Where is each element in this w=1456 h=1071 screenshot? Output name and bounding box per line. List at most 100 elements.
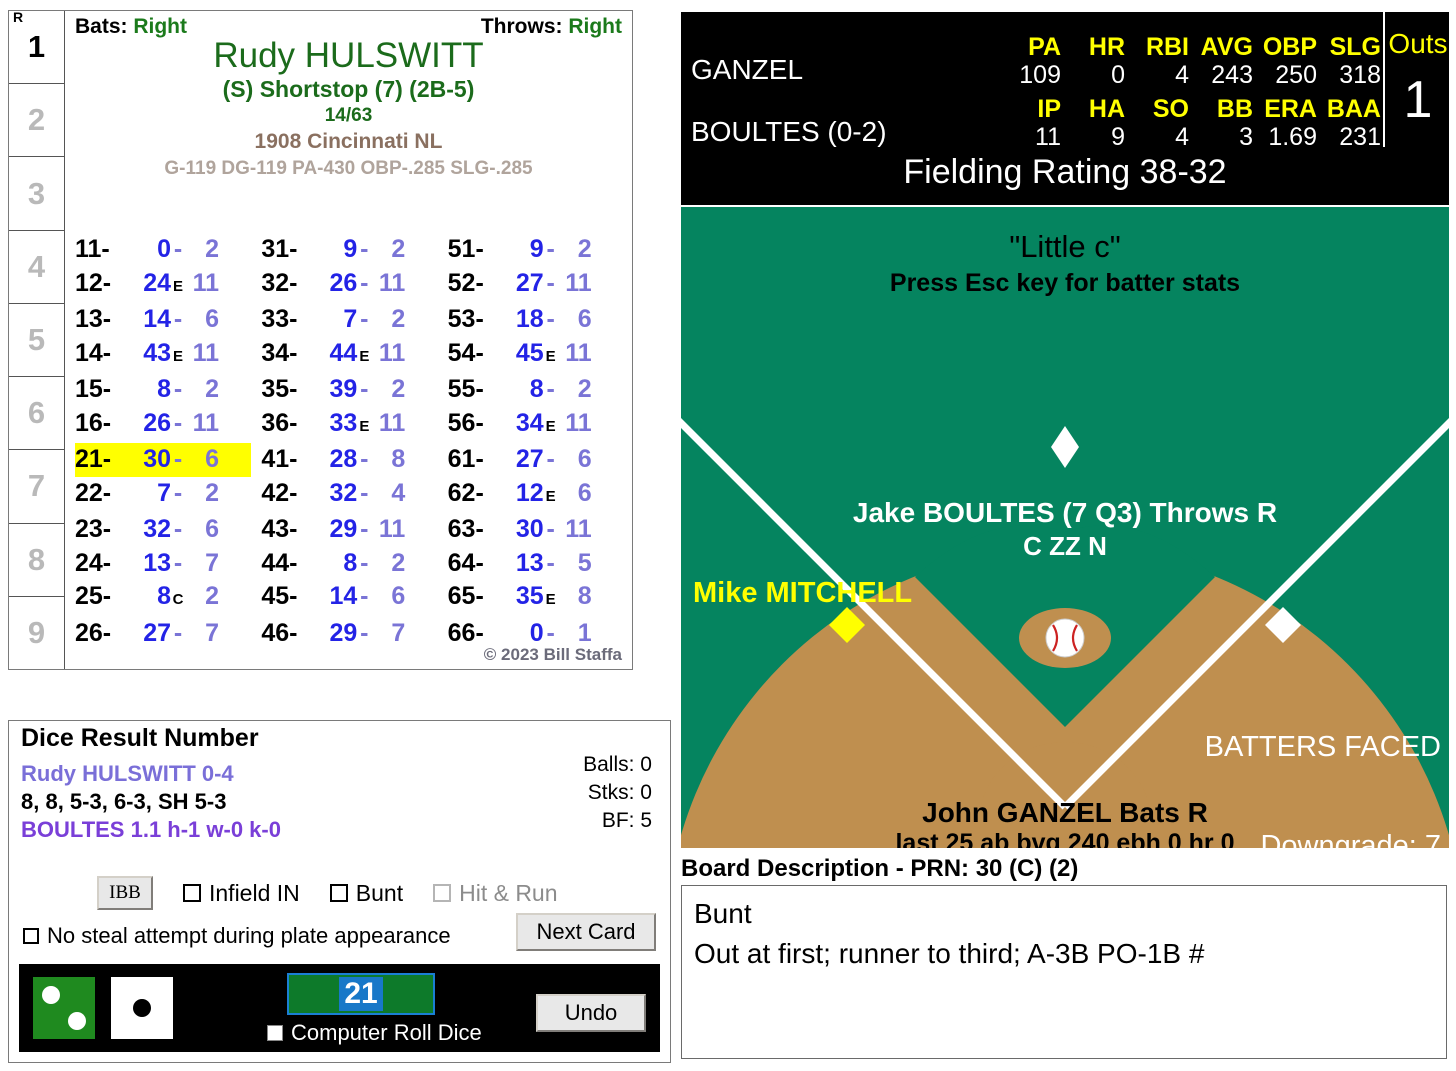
dice-roll-key: 42-: [261, 478, 298, 507]
play-options-row: IBB Infield IN Bunt Hit & Run: [9, 876, 670, 910]
inning-cell-2[interactable]: 2: [9, 84, 64, 158]
dice-roll-primary: 39: [329, 375, 358, 403]
inning-cell-7[interactable]: 7: [9, 450, 64, 524]
batter-stat-header: HR: [1088, 33, 1125, 61]
dice-roll-flag: -: [546, 515, 555, 543]
dice-roll-flag: -: [173, 375, 183, 403]
no-steal-checkbox[interactable]: No steal attempt during plate appearance: [23, 923, 451, 949]
pitcher-stat-headers: IP HA SO BB ERA BAA: [1001, 96, 1385, 122]
outs-label: Outs: [1388, 28, 1448, 59]
dice-roll-key: 16-: [75, 408, 112, 437]
player-card: R 1 2 3 4 5 6 7 8 9 Bats: Right Throws: …: [8, 9, 633, 670]
dice-roll-primary: 33: [329, 408, 358, 437]
dice-roll-secondary: 8: [391, 445, 406, 473]
dice-roll-key: 36-: [261, 408, 298, 437]
card-body: Bats: Right Throws: Right Rudy HULSWITT …: [65, 11, 632, 669]
dice-result-row: 62- 12 E 6: [448, 477, 624, 514]
checkbox-icon[interactable]: [329, 884, 348, 902]
batter-stat-header: OBP: [1262, 33, 1317, 61]
roll-result-field[interactable]: 21: [287, 973, 435, 1015]
inning-cell-1[interactable]: R 1: [9, 9, 64, 85]
dice-roll-secondary: 2: [391, 375, 406, 403]
dice-roll-key: 55-: [447, 375, 484, 403]
board-description-box: Bunt Out at first; runner to third; A-3B…: [681, 885, 1447, 1059]
dice-roll-secondary: 6: [577, 445, 592, 473]
dice-result-row: 24- 13-7: [75, 547, 251, 581]
dice-roll-key: 44-: [261, 548, 298, 577]
infield-in-checkbox[interactable]: Infield IN: [183, 880, 300, 907]
bats-group: Bats: Right: [75, 15, 187, 39]
infield-in-label: Infield IN: [209, 879, 300, 906]
dice-roll-secondary: 11: [378, 268, 406, 297]
dice-roll-key: 56-: [447, 408, 484, 437]
dice-roll-primary: 14: [329, 582, 358, 610]
dice-roll-flag: E: [359, 417, 370, 435]
inning-cell-9[interactable]: 9: [9, 597, 64, 669]
runner-on-third-label[interactable]: Mike MITCHELL: [693, 577, 912, 610]
right-column: GANZEL BOULTES (0-2) PA HR RBI AVG OBP SLG 10…: [681, 12, 1449, 1062]
scoreboard-pitcher-name: BOULTES (0-2): [691, 116, 887, 147]
computer-roll-label: Computer Roll Dice: [291, 1020, 482, 1045]
inning-cell-3[interactable]: 3: [9, 157, 64, 231]
hit-and-run-checkbox: Hit & Run: [433, 880, 558, 907]
inning-cell-5[interactable]: 5: [9, 304, 64, 378]
dice-roll-flag: E: [545, 487, 556, 505]
dice-roll-secondary: 11: [378, 408, 406, 437]
dice-roll-key: 43-: [261, 515, 298, 543]
inning-cell-6[interactable]: 6: [9, 377, 64, 451]
press-esc-hint: Press Esc key for batter stats: [889, 269, 1241, 297]
inning-cell-8[interactable]: 8: [9, 524, 64, 597]
dice-roll-secondary: 2: [205, 375, 219, 403]
bats-value: Right: [133, 15, 188, 38]
dice-roll-flag: -: [173, 548, 183, 577]
player-card-fraction: 14/63: [324, 104, 373, 126]
undo-button[interactable]: Undo: [536, 994, 646, 1032]
dice-roll-key: 41-: [261, 445, 298, 473]
ibb-button[interactable]: IBB: [97, 876, 153, 910]
dice-roll-flag: -: [546, 305, 555, 333]
dice-roll-flag: -: [546, 375, 555, 403]
dice-result-row: 56- 34 E 11: [448, 407, 624, 444]
baseball-field[interactable]: "Little c" Press Esc key for batter stat…: [681, 205, 1449, 848]
dice-result-row: 63- 30-11: [448, 513, 624, 547]
pitcher-field-label[interactable]: Jake BOULTES (7 Q3) Throws R: [681, 497, 1449, 529]
outs-panel: Outs 1: [1383, 12, 1451, 147]
ballpark-name: "Little c": [1009, 229, 1121, 264]
player-stat-line: G-119 DG-119 PA-430 OBP-.285 SLG-.285: [164, 157, 533, 179]
batter-stat-value: 243: [1211, 61, 1253, 89]
white-die[interactable]: [111, 977, 173, 1039]
batter-field-label[interactable]: John GANZEL Bats R: [681, 797, 1449, 829]
dice-roll-primary: 43: [143, 338, 171, 367]
roll-result-value: 21: [339, 977, 383, 1011]
dice-roll-flag: C: [172, 591, 184, 608]
inning-cell-4[interactable]: 4: [9, 231, 64, 304]
dice-roll-primary: 34: [515, 408, 544, 437]
player-position: (S) Shortstop (7) (2B-5): [222, 75, 475, 102]
dice-result-row: 54- 45 E 11: [448, 337, 624, 374]
dice-roll-secondary: 2: [391, 548, 406, 577]
inning-number: 8: [27, 541, 46, 577]
dice-result-row: 22- 7-2: [75, 477, 251, 514]
dice-result-title: Dice Result Number: [21, 724, 259, 752]
dice-roll-flag: -: [360, 515, 369, 543]
dice-roll-flag: -: [173, 478, 183, 507]
inning-number: 6: [27, 395, 46, 431]
left-column: R 1 2 3 4 5 6 7 8 9 Bats: Right Throws: …: [0, 0, 672, 1071]
batter-summary-line: Rudy HULSWITT 0-4: [21, 761, 234, 786]
checkbox-icon[interactable]: [183, 884, 201, 902]
checkbox-icon[interactable]: [267, 1025, 283, 1041]
dice-result-row: 16- 26-11: [75, 407, 251, 444]
checkbox-icon[interactable]: [23, 928, 39, 944]
green-die[interactable]: [33, 977, 95, 1039]
dice-result-row: 52- 27-11: [448, 267, 624, 304]
batter-stat-header: SLG: [1329, 33, 1381, 61]
computer-roll-dice-checkbox[interactable]: Computer Roll Dice: [267, 1020, 482, 1046]
dice-roll-key: 12-: [75, 268, 112, 297]
dice-roll-key: 23-: [75, 515, 112, 543]
dice-roll-primary: 8: [343, 548, 358, 577]
next-card-button[interactable]: Next Card: [516, 913, 656, 951]
batter-recent-stats: last 25 ab bvg 240 ebh 0 hr 0: [895, 829, 1235, 848]
batter-stat-headers: PA HR RBI AVG OBP SLG: [1001, 34, 1385, 60]
board-line-2: Out at first; runner to third; A-3B PO-1…: [694, 938, 1205, 969]
bunt-checkbox[interactable]: Bunt: [329, 880, 403, 907]
